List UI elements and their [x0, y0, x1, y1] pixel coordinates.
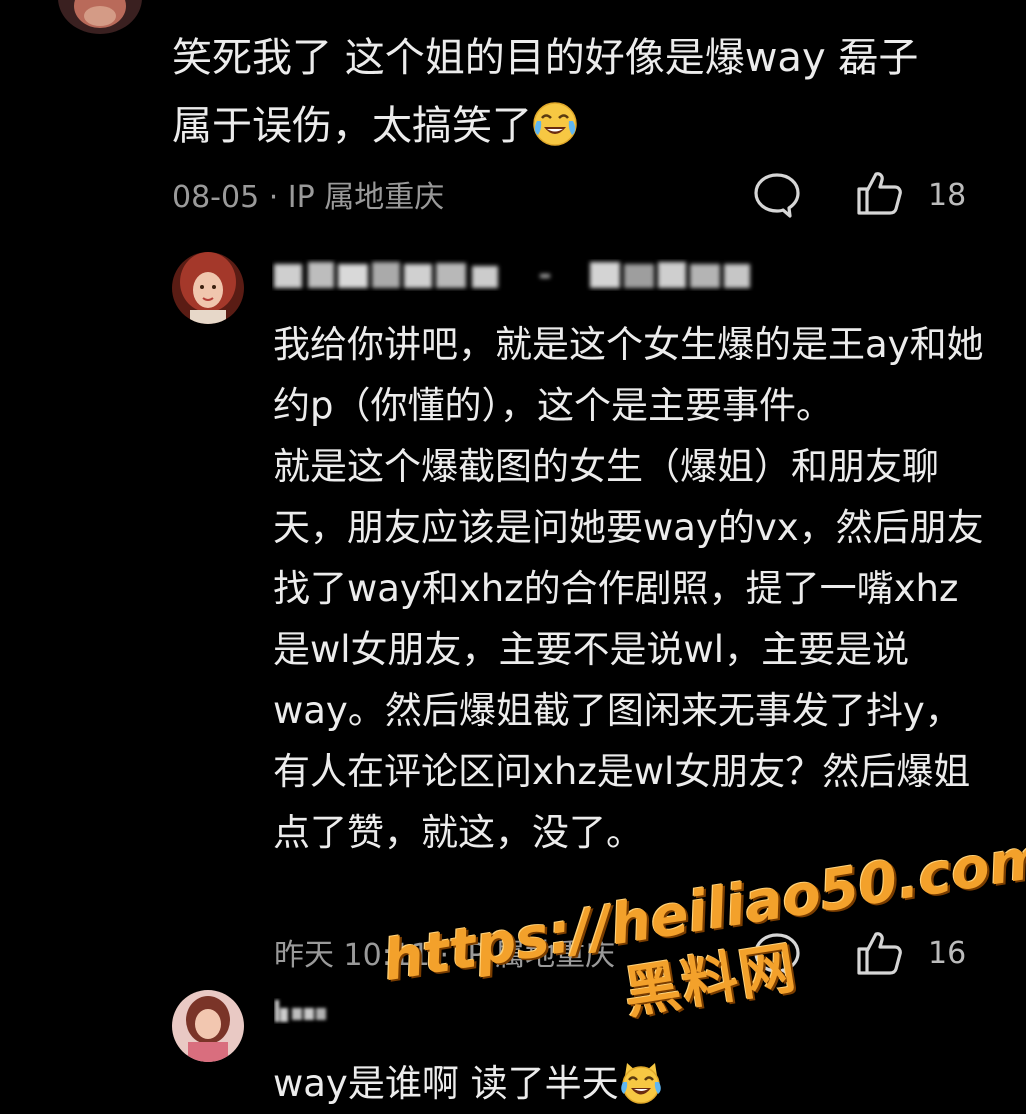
- top-comment-text: 笑死我了 这个姐的目的好像是爆way 磊子 属于误伤，太搞笑了: [172, 24, 992, 160]
- crying-laughing-emoji-icon: [532, 100, 578, 146]
- top-comment-like-count: 18: [928, 178, 967, 213]
- reply2-text: way是谁啊 读了半天: [273, 1056, 663, 1112]
- top-comment-avatar[interactable]: [58, 0, 142, 34]
- reply1-username[interactable]: [272, 256, 772, 292]
- reply2-avatar[interactable]: [172, 990, 244, 1062]
- comment-bubble-icon[interactable]: [752, 170, 802, 220]
- comment-bubble-icon[interactable]: [752, 930, 802, 980]
- thumbs-up-icon[interactable]: [854, 168, 904, 218]
- reply1-like-count: 16: [928, 936, 967, 971]
- laughing-cat-emoji-icon: [619, 1060, 663, 1104]
- reply1-avatar[interactable]: [172, 252, 244, 324]
- comment-thread: 笑死我了 这个姐的目的好像是爆way 磊子 属于误伤，太搞笑了 08-05 · …: [0, 0, 1026, 1114]
- reply1-body: 我给你讲吧，就是这个女生爆的是王ay和她约p（你懂的），这个是主要事件。 就是这…: [273, 314, 993, 863]
- reply2-text-content: way是谁啊 读了半天: [273, 1062, 619, 1105]
- top-comment-line2: 属于误伤，太搞笑了: [172, 103, 532, 149]
- blurred-username-graphic: [274, 262, 750, 288]
- blurred-username-graphic: [275, 1000, 326, 1022]
- top-comment-line1: 笑死我了 这个姐的目的好像是爆way 磊子: [172, 35, 919, 81]
- reply1-paragraph: 我给你讲吧，就是这个女生爆的是王ay和她约p（你懂的），这个是主要事件。: [273, 323, 984, 427]
- reply1-meta: 昨天 10:11 · IP 属地重庆: [274, 938, 616, 973]
- thumbs-up-icon[interactable]: [854, 928, 904, 978]
- reply2-username[interactable]: [274, 998, 330, 1024]
- top-comment-meta: 08-05 · IP 属地重庆: [172, 180, 445, 215]
- watermark-site-name: 黑料网: [619, 935, 802, 1027]
- reply1-paragraph: 就是这个爆截图的女生（爆姐）和朋友聊天，朋友应该是问她要way的vx，然后朋友找…: [273, 445, 984, 854]
